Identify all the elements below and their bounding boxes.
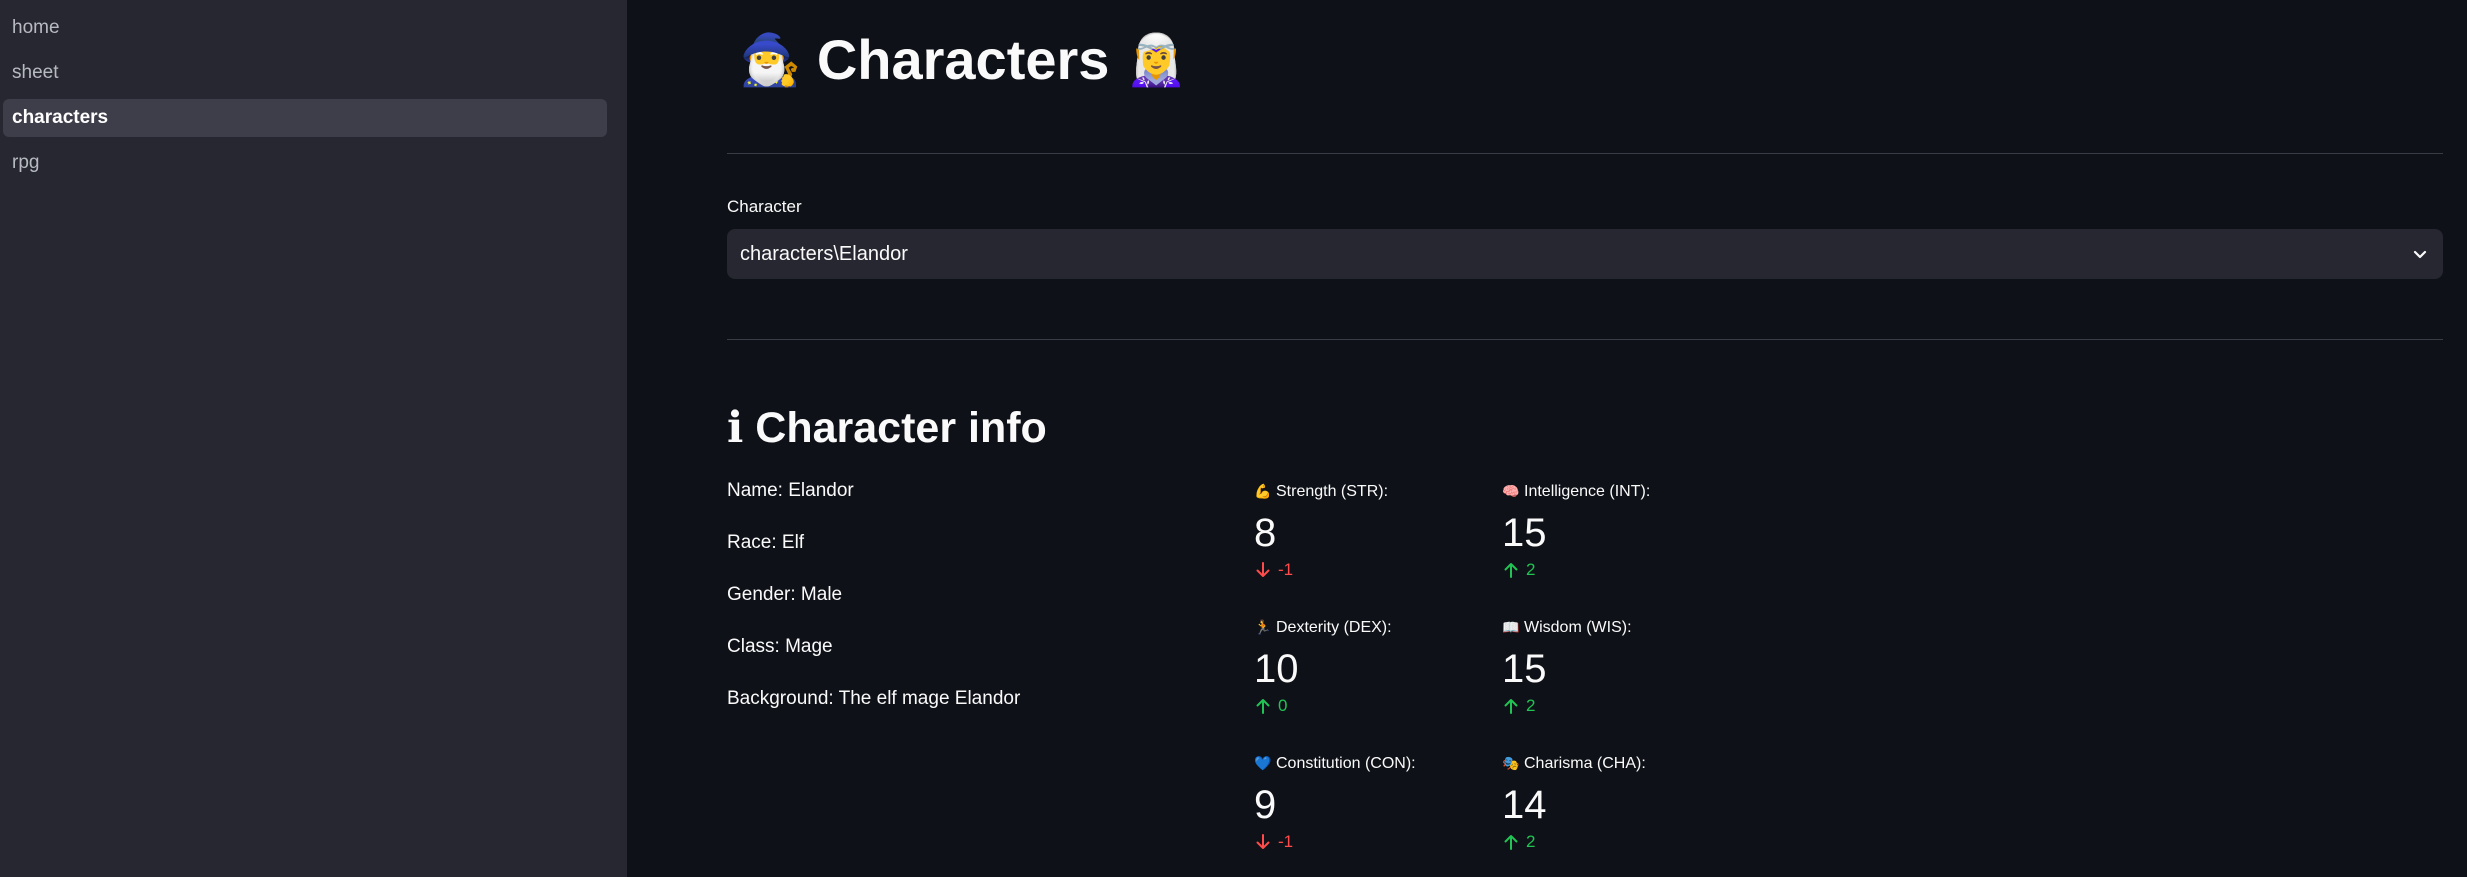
sidebar-item-sheet[interactable]: sheet <box>3 54 607 92</box>
section-title-text: Character info <box>755 404 1047 452</box>
sidebar-item-rpg[interactable]: rpg <box>3 144 607 182</box>
delta-arrow-icon <box>1256 834 1270 849</box>
info-background: Background: The elf mage Elandor <box>727 688 1021 709</box>
performing-arts-icon: 🎭 <box>1502 755 1520 771</box>
metric-value: 9 <box>1254 783 1277 827</box>
metric-delta: 2 <box>1502 695 1742 717</box>
info-gender: Gender: Male <box>727 584 843 605</box>
delta-arrow-icon <box>1256 699 1270 714</box>
chevron-down-icon[interactable] <box>2411 245 2429 263</box>
info-icon: ℹ <box>727 404 744 452</box>
metric-delta: -1 <box>1254 559 1494 581</box>
metric-delta: 2 <box>1502 559 1742 581</box>
character-select-value: characters\Elandor <box>740 243 908 265</box>
character-select[interactable]: characters\Elandor <box>727 229 2443 279</box>
metric-charisma: 🎭 Charisma (CHA): 14 2 <box>1502 752 1742 853</box>
metric-label-text: Wisdom (WIS): <box>1524 619 1632 636</box>
metric-constitution: 💙 Constitution (CON): 9 -1 <box>1254 752 1494 853</box>
metric-label: 🧠 Intelligence (INT): <box>1502 480 1742 503</box>
metric-strength: 💪 Strength (STR): 8 -1 <box>1254 480 1494 581</box>
metric-delta-text: 2 <box>1526 560 1536 579</box>
page-title-text: Characters <box>816 28 1110 91</box>
metric-label-text: Intelligence (INT): <box>1524 483 1651 500</box>
metric-value: 14 <box>1502 783 1547 827</box>
flexed-biceps-icon: 💪 <box>1254 483 1272 499</box>
info-race: Race: Elf <box>727 532 805 553</box>
page-title: 🧙‍♂️ Characters 🧝‍♀️ <box>739 24 1187 96</box>
metric-delta: 2 <box>1502 831 1742 853</box>
delta-arrow-icon <box>1504 835 1518 850</box>
metric-value: 10 <box>1254 647 1299 691</box>
metric-wisdom: 📖 Wisdom (WIS): 15 2 <box>1502 616 1742 717</box>
metric-label-text: Constitution (CON): <box>1276 755 1416 772</box>
metric-label: 🏃 Dexterity (DEX): <box>1254 616 1494 639</box>
metric-label: 📖 Wisdom (WIS): <box>1502 616 1742 639</box>
delta-arrow-icon <box>1504 699 1518 714</box>
main-content: 🧙‍♂️ Characters 🧝‍♀️ Character character… <box>627 0 2467 877</box>
metric-dexterity: 🏃 Dexterity (DEX): 10 0 <box>1254 616 1494 717</box>
metric-delta: 0 <box>1254 695 1494 717</box>
character-select-label: Character <box>727 197 802 216</box>
metric-label-text: Charisma (CHA): <box>1524 755 1646 772</box>
section-title: ℹ Character info <box>727 400 1047 456</box>
delta-arrow-icon <box>1504 563 1518 578</box>
running-person-icon: 🏃 <box>1254 619 1272 635</box>
metric-intelligence: 🧠 Intelligence (INT): 15 2 <box>1502 480 1742 581</box>
sidebar-item-characters[interactable]: characters <box>3 99 607 137</box>
metric-label: 🎭 Charisma (CHA): <box>1502 752 1742 775</box>
metric-value: 15 <box>1502 647 1547 691</box>
blue-heart-icon: 💙 <box>1254 755 1272 771</box>
metric-delta-text: 0 <box>1278 696 1288 715</box>
metric-delta-text: -1 <box>1278 560 1294 579</box>
metric-delta-text: 2 <box>1526 696 1536 715</box>
info-name: Name: Elandor <box>727 480 854 501</box>
metric-label-text: Strength (STR): <box>1276 483 1389 500</box>
info-class: Class: Mage <box>727 636 833 657</box>
metric-delta-text: -1 <box>1278 832 1294 851</box>
sidebar-item-home[interactable]: home <box>3 9 607 47</box>
metric-value: 15 <box>1502 511 1547 555</box>
mage-emoji-icon: 🧙‍♂️ <box>739 32 802 88</box>
metric-delta-text: 2 <box>1526 832 1536 851</box>
metric-label-text: Dexterity (DEX): <box>1276 619 1392 636</box>
brain-icon: 🧠 <box>1502 483 1520 499</box>
sidebar: home sheet characters rpg <box>0 0 627 877</box>
metric-label: 💙 Constitution (CON): <box>1254 752 1494 775</box>
metric-delta: -1 <box>1254 831 1494 853</box>
divider <box>727 339 2443 340</box>
delta-arrow-icon <box>1256 562 1270 577</box>
open-book-icon: 📖 <box>1502 619 1520 635</box>
elf-emoji-icon: 🧝‍♀️ <box>1125 32 1188 88</box>
divider <box>727 153 2443 154</box>
metric-label: 💪 Strength (STR): <box>1254 480 1494 503</box>
metric-value: 8 <box>1254 511 1277 555</box>
